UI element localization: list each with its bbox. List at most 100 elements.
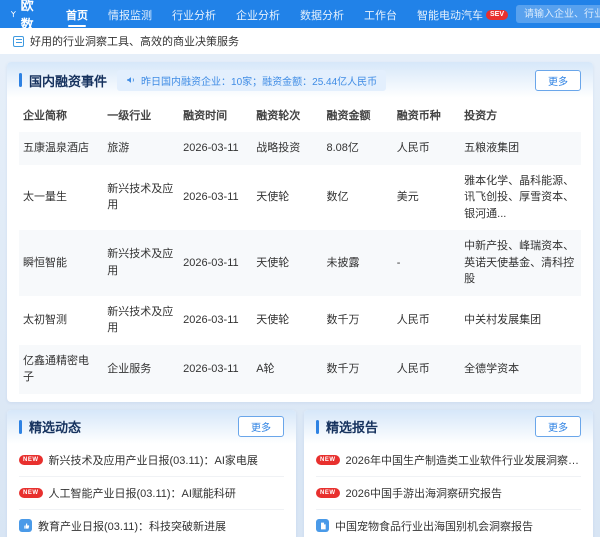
- cell-investors[interactable]: 全德学资本: [460, 345, 581, 394]
- nav-item-data[interactable]: 数据分析: [300, 0, 344, 28]
- cell-company[interactable]: 瞬恒智能: [19, 230, 103, 296]
- cell-round: A轮: [252, 345, 322, 394]
- column-header-currency: 融资币种: [393, 98, 460, 132]
- financing-summary-text: 昨日国内融资企业：10家；融资金额：25.44亿人民币: [141, 73, 377, 88]
- main-nav: 首页 情报监测 行业分析 企业分析 数据分析 工作台 智能电动汽车 SEV: [66, 0, 508, 28]
- cell-round: 天使轮: [252, 230, 322, 296]
- search-input[interactable]: [516, 5, 600, 23]
- note-icon: [13, 36, 24, 47]
- cell-amount: 数千万: [322, 345, 392, 394]
- accent-bar: [19, 73, 22, 87]
- new-badge: NEW: [316, 488, 340, 498]
- tagline-bar: 好用的行业洞察工具、高效的商业决策服务: [0, 28, 600, 54]
- cell-currency: 美元: [393, 165, 460, 231]
- accent-bar: [316, 420, 319, 434]
- nav-item-sev-label: 智能电动汽车: [417, 7, 483, 23]
- cell-round: 天使轮: [252, 165, 322, 231]
- financing-title: 国内融资事件: [29, 71, 107, 90]
- cell-currency: 人民币: [393, 132, 460, 165]
- list-item[interactable]: 中国宠物食品行业出海国别机会洞察报告: [316, 510, 581, 537]
- main-content: 国内融资事件 昨日国内融资企业：10家；融资金额：25.44亿人民币 更多 企业…: [0, 54, 600, 537]
- table-row[interactable]: 太初智测 新兴技术及应用 2026-03-11 天使轮 数千万 人民币 中关村发…: [19, 296, 581, 345]
- dynamics-panel: 精选动态 更多 NEW 新兴技术及应用产业日报(03.11)：AI家电展 NEW…: [7, 410, 296, 537]
- list-item[interactable]: NEW 2026中国手游出海洞察研究报告: [316, 477, 581, 510]
- cell-round: 天使轮: [252, 296, 322, 345]
- reports-more-button[interactable]: 更多: [535, 416, 581, 437]
- list-item[interactable]: NEW 2026年中国生产制造类工业软件行业发展洞察报告: [316, 444, 581, 477]
- cell-investors[interactable]: 五粮液集团: [460, 132, 581, 165]
- column-header-amount: 融资金额: [322, 98, 392, 132]
- cell-industry: 企业服务: [103, 345, 179, 394]
- new-badge: NEW: [19, 488, 43, 498]
- column-header-round: 融资轮次: [252, 98, 322, 132]
- new-badge: NEW: [19, 455, 43, 465]
- cell-company[interactable]: 太一量生: [19, 165, 103, 231]
- cell-amount: 8.08亿: [322, 132, 392, 165]
- tagline-text: 好用的行业洞察工具、高效的商业决策服务: [30, 33, 239, 49]
- cell-industry: 旅游: [103, 132, 179, 165]
- cell-currency: 人民币: [393, 345, 460, 394]
- nav-item-sev[interactable]: 智能电动汽车 SEV: [417, 0, 508, 28]
- reports-list: NEW 2026年中国生产制造类工业软件行业发展洞察报告 NEW 2026中国手…: [304, 444, 593, 537]
- dynamics-list: NEW 新兴技术及应用产业日报(03.11)：AI家电展 NEW 人工智能产业日…: [7, 444, 296, 537]
- cell-investors[interactable]: 雅本化学、晶科能源、讯飞创投、厚雪资本、银河通...: [460, 165, 581, 231]
- column-header-investors: 投资方: [460, 98, 581, 132]
- table-row[interactable]: 瞬恒智能 新兴技术及应用 2026-03-11 天使轮 未披露 - 中新产投、峰…: [19, 230, 581, 296]
- column-header-industry: 一级行业: [103, 98, 179, 132]
- table-row[interactable]: 亿鑫通精密电子 企业服务 2026-03-11 A轮 数千万 人民币 全德学资本: [19, 345, 581, 394]
- reports-panel: 精选报告 更多 NEW 2026年中国生产制造类工业软件行业发展洞察报告 NEW…: [304, 410, 593, 537]
- list-item-text: 2026年中国生产制造类工业软件行业发展洞察报告: [346, 452, 582, 468]
- cell-company[interactable]: 五康温泉酒店: [19, 132, 103, 165]
- list-item-text: 2026中国手游出海洞察研究报告: [346, 485, 502, 501]
- nav-item-home[interactable]: 首页: [66, 0, 88, 28]
- financing-panel-header: 国内融资事件 昨日国内融资企业：10家；融资金额：25.44亿人民币 更多: [7, 62, 593, 98]
- cell-date: 2026-03-11: [179, 345, 252, 394]
- cell-investors[interactable]: 中关村发展集团: [460, 296, 581, 345]
- logo-icon: [10, 6, 17, 22]
- top-navigation-bar: 亿欧数据 首页 情报监测 行业分析 企业分析 数据分析 工作台 智能电动汽车 S…: [0, 0, 600, 28]
- cell-investors[interactable]: 中新产投、峰瑞资本、英诺天使基金、清科控股: [460, 230, 581, 296]
- cell-company[interactable]: 亿鑫通精密电子: [19, 345, 103, 394]
- cell-industry: 新兴技术及应用: [103, 296, 179, 345]
- cell-company[interactable]: 太初智测: [19, 296, 103, 345]
- daily-icon: [19, 519, 32, 532]
- reports-panel-header: 精选报告 更多: [304, 410, 593, 444]
- list-item-text: 教育产业日报(03.11)：科技突破新进展: [38, 518, 226, 534]
- financing-summary-pill: 昨日国内融资企业：10家；融资金额：25.44亿人民币: [117, 70, 386, 91]
- nav-item-company[interactable]: 企业分析: [236, 0, 280, 28]
- column-header-company: 企业简称: [19, 98, 103, 132]
- bottom-panels: 精选动态 更多 NEW 新兴技术及应用产业日报(03.11)：AI家电展 NEW…: [7, 410, 593, 537]
- accent-bar: [19, 420, 22, 434]
- cell-date: 2026-03-11: [179, 165, 252, 231]
- nav-item-industry[interactable]: 行业分析: [172, 0, 216, 28]
- dynamics-title: 精选动态: [29, 417, 81, 436]
- dynamics-more-button[interactable]: 更多: [238, 416, 284, 437]
- cell-amount: 数亿: [322, 165, 392, 231]
- list-item[interactable]: NEW 新兴技术及应用产业日报(03.11)：AI家电展: [19, 444, 284, 477]
- table-header-row: 企业简称 一级行业 融资时间 融资轮次 融资金额 融资币种 投资方: [19, 98, 581, 132]
- report-icon: [316, 519, 329, 532]
- nav-item-workbench[interactable]: 工作台: [364, 0, 397, 28]
- new-badge: NEW: [316, 455, 340, 465]
- list-item-text: 新兴技术及应用产业日报(03.11)：AI家电展: [49, 452, 258, 468]
- cell-date: 2026-03-11: [179, 296, 252, 345]
- column-header-date: 融资时间: [179, 98, 252, 132]
- sev-badge: SEV: [486, 10, 508, 20]
- cell-date: 2026-03-11: [179, 230, 252, 296]
- cell-date: 2026-03-11: [179, 132, 252, 165]
- megaphone-icon: [126, 75, 136, 85]
- financing-table: 企业简称 一级行业 融资时间 融资轮次 融资金额 融资币种 投资方 五康温泉酒店…: [19, 98, 581, 394]
- table-row[interactable]: 太一量生 新兴技术及应用 2026-03-11 天使轮 数亿 美元 雅本化学、晶…: [19, 165, 581, 231]
- list-item[interactable]: NEW 人工智能产业日报(03.11)：AI赋能科研: [19, 477, 284, 510]
- list-item-text: 中国宠物食品行业出海国别机会洞察报告: [335, 518, 533, 534]
- nav-item-intel[interactable]: 情报监测: [108, 0, 152, 28]
- financing-more-button[interactable]: 更多: [535, 70, 581, 91]
- financing-panel: 国内融资事件 昨日国内融资企业：10家；融资金额：25.44亿人民币 更多 企业…: [7, 62, 593, 402]
- table-row[interactable]: 五康温泉酒店 旅游 2026-03-11 战略投资 8.08亿 人民币 五粮液集…: [19, 132, 581, 165]
- list-item-text: 人工智能产业日报(03.11)：AI赋能科研: [49, 485, 236, 501]
- cell-round: 战略投资: [252, 132, 322, 165]
- cell-industry: 新兴技术及应用: [103, 230, 179, 296]
- cell-currency: -: [393, 230, 460, 296]
- dynamics-panel-header: 精选动态 更多: [7, 410, 296, 444]
- list-item[interactable]: 教育产业日报(03.11)：科技突破新进展: [19, 510, 284, 537]
